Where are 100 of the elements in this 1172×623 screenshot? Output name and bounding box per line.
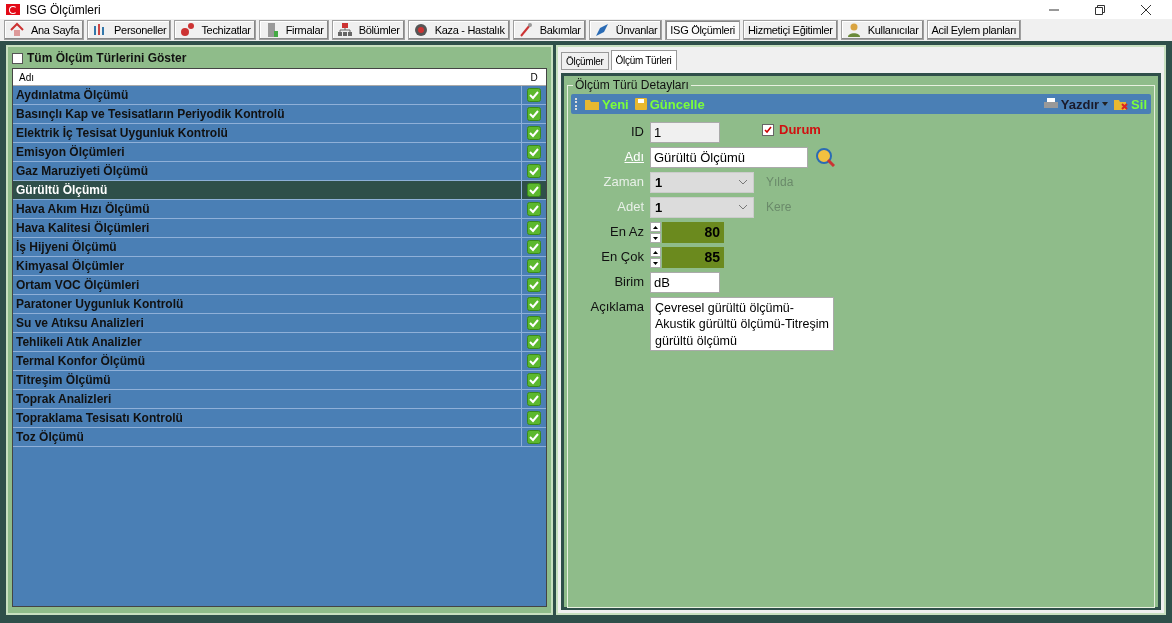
toolbar-button[interactable]: Personeller xyxy=(87,20,172,40)
table-row[interactable]: Paratoner Uygunluk Kontrolü xyxy=(13,295,546,314)
table-row[interactable]: Titreşim Ölçümü xyxy=(13,371,546,390)
column-header[interactable]: D xyxy=(522,71,546,83)
checkbox[interactable] xyxy=(12,52,23,64)
table-cell-text: Kimyasal Ölçümler xyxy=(15,259,126,273)
org-icon xyxy=(336,22,353,38)
table-cell-text: Aydınlatma Ölçümü xyxy=(15,88,130,102)
flag-icon xyxy=(6,4,20,15)
number-field[interactable]: 85 xyxy=(662,247,724,268)
checkbox[interactable] xyxy=(762,123,774,136)
spin-down-button[interactable] xyxy=(650,233,661,243)
toolbar-button[interactable]: Yeni xyxy=(585,96,629,112)
table-cell-text: Emisyon Ölçümleri xyxy=(15,145,126,159)
table-row[interactable]: Emisyon Ölçümleri xyxy=(13,143,546,162)
toolbar-button[interactable]: ISG Ölçümleri xyxy=(665,20,740,40)
table-row[interactable]: Tehlikeli Atık Analizler xyxy=(13,333,546,352)
text-area[interactable]: Çevresel gürültü ölçümü-Akustik gürültü ölçümü-Titreşim gürültü ölçümü xyxy=(650,297,834,351)
spin-up-button[interactable] xyxy=(650,247,661,257)
table-row[interactable]: İş Hijyeni Ölçümü xyxy=(13,238,546,257)
table-cell-text: Toprak Analizleri xyxy=(15,392,113,406)
table-cell-text: Gürültü Ölçümü xyxy=(15,183,109,197)
table-cell-text: Paratoner Uygunluk Kontrolü xyxy=(15,297,185,311)
toolbar-button[interactable]: Techizatlar xyxy=(174,20,256,40)
caret-icon xyxy=(1102,102,1109,106)
table-cell-text: Gaz Maruziyeti Ölçümü xyxy=(15,164,150,178)
down-arrow-icon xyxy=(653,236,658,240)
column-header[interactable]: Adı xyxy=(13,71,522,83)
toolbar-button[interactable]: Ana Sayfa xyxy=(4,20,85,40)
toolbar-button[interactable]: Kullanıcılar xyxy=(840,20,924,40)
tab[interactable]: Ölçüm Türleri xyxy=(610,50,677,70)
field-label: Zaman xyxy=(602,173,644,189)
chevron-down-icon xyxy=(739,205,747,210)
printer-icon xyxy=(1043,98,1058,110)
table-cell-text: Termal Konfor Ölçümü xyxy=(15,354,147,368)
group-title: Ölçüm Türü Detayları xyxy=(573,78,691,92)
up-arrow-icon xyxy=(653,225,658,229)
restore-icon[interactable] xyxy=(1094,3,1106,16)
chevron-down-icon xyxy=(739,180,747,185)
toolbar-button[interactable]: Bakımlar xyxy=(512,20,586,40)
table-row[interactable]: Toprak Analizleri xyxy=(13,390,546,409)
grip-icon xyxy=(575,98,579,110)
spin-down-button[interactable] xyxy=(650,258,661,268)
table-row[interactable]: Gaz Maruziyeti Ölçümü xyxy=(13,162,546,181)
number-field[interactable]: 80 xyxy=(662,222,724,243)
up-arrow-icon xyxy=(653,250,658,254)
toolbar-button[interactable]: Hizmetiçi Eğitimler xyxy=(742,20,838,40)
table-row[interactable]: Toz Ölçümü xyxy=(13,428,546,447)
toolbar-button[interactable]: Firmalar xyxy=(258,20,329,40)
user-icon xyxy=(845,22,862,38)
table-cell-text: Titreşim Ölçümü xyxy=(15,373,112,387)
field-label: En Çok xyxy=(600,248,644,264)
table-row[interactable]: Termal Konfor Ölçümü xyxy=(13,352,546,371)
field-label: En Az xyxy=(609,223,644,239)
down-arrow-icon xyxy=(653,261,658,265)
delete-button[interactable]: Sil xyxy=(1114,96,1147,112)
field-label: Açıklama xyxy=(589,298,644,314)
table-cell-text: Su ve Atıksu Analizleri xyxy=(15,316,145,330)
table-cell-text: Hava Akım Hızı Ölçümü xyxy=(15,202,151,216)
table-cell-text: Ortam VOC Ölçümleri xyxy=(15,278,141,292)
window-title: ISG Ölçümleri xyxy=(26,2,101,17)
table-cell-text: Tehlikeli Atık Analizler xyxy=(15,335,143,349)
table-cell-text: Toz Ölçümü xyxy=(15,430,85,444)
table-cell-text: Basınçlı Kap ve Tesisatların Periyodik Kontrolü xyxy=(15,107,286,121)
checkbox-label: Durum xyxy=(779,122,821,137)
table-row[interactable]: Su ve Atıksu Analizleri xyxy=(13,314,546,333)
table-row[interactable]: Hava Kalitesi Ölçümleri xyxy=(13,219,546,238)
field-label: Adet xyxy=(616,198,644,214)
table-row[interactable]: Elektrik İç Tesisat Uygunluk Kontrolü xyxy=(13,124,546,143)
table-row[interactable]: Gürültü Ölçümü xyxy=(13,181,546,200)
field-label: ID xyxy=(630,123,644,139)
table-row[interactable]: Topraklama Tesisatı Kontrolü xyxy=(13,409,546,428)
input-field[interactable]: Gürültü Ölçümü xyxy=(650,147,808,168)
table-row[interactable]: Aydınlatma Ölçümü xyxy=(13,86,546,105)
table-cell-text: Elektrik İç Tesisat Uygunluk Kontrolü xyxy=(15,126,229,140)
toolbar-button[interactable]: Bölümler xyxy=(331,20,405,40)
input-field[interactable]: dB xyxy=(650,272,720,293)
toolbar-button[interactable]: Acil Eylem planları xyxy=(926,20,1022,40)
table-row[interactable]: Ortam VOC Ölçümleri xyxy=(13,276,546,295)
toolbar-button[interactable]: Kaza - Hastalık xyxy=(407,20,510,40)
folder-icon xyxy=(585,98,599,110)
spin-up-button[interactable] xyxy=(650,222,661,232)
checkbox-label: Tüm Ölçüm Türlerini Göster xyxy=(27,51,187,65)
close-icon[interactable] xyxy=(1140,3,1152,16)
pen-icon xyxy=(593,22,610,38)
toolbar-button[interactable]: Ünvanlar xyxy=(588,20,663,40)
input-field[interactable]: 1 xyxy=(650,122,720,143)
search-icon[interactable] xyxy=(815,147,835,167)
house-icon xyxy=(9,22,25,38)
table-row[interactable]: Basınçlı Kap ve Tesisatların Periyodik Kontrolü xyxy=(13,105,546,124)
toolbar-button[interactable]: Güncelle xyxy=(634,96,705,112)
table-row[interactable]: Hava Akım Hızı Ölçümü xyxy=(13,200,546,219)
table-row[interactable]: Kimyasal Ölçümler xyxy=(13,257,546,276)
table-cell-text: Topraklama Tesisatı Kontrolü xyxy=(15,411,184,425)
table-cell-text: İş Hijyeni Ölçümü xyxy=(15,240,118,254)
print-button[interactable]: Yazdır xyxy=(1043,96,1109,112)
field-label: Birim xyxy=(613,273,644,289)
table-cell-text: Hava Kalitesi Ölçümleri xyxy=(15,221,151,235)
folder-delete-icon xyxy=(1114,98,1129,110)
tab[interactable]: Ölçümler xyxy=(561,52,609,70)
